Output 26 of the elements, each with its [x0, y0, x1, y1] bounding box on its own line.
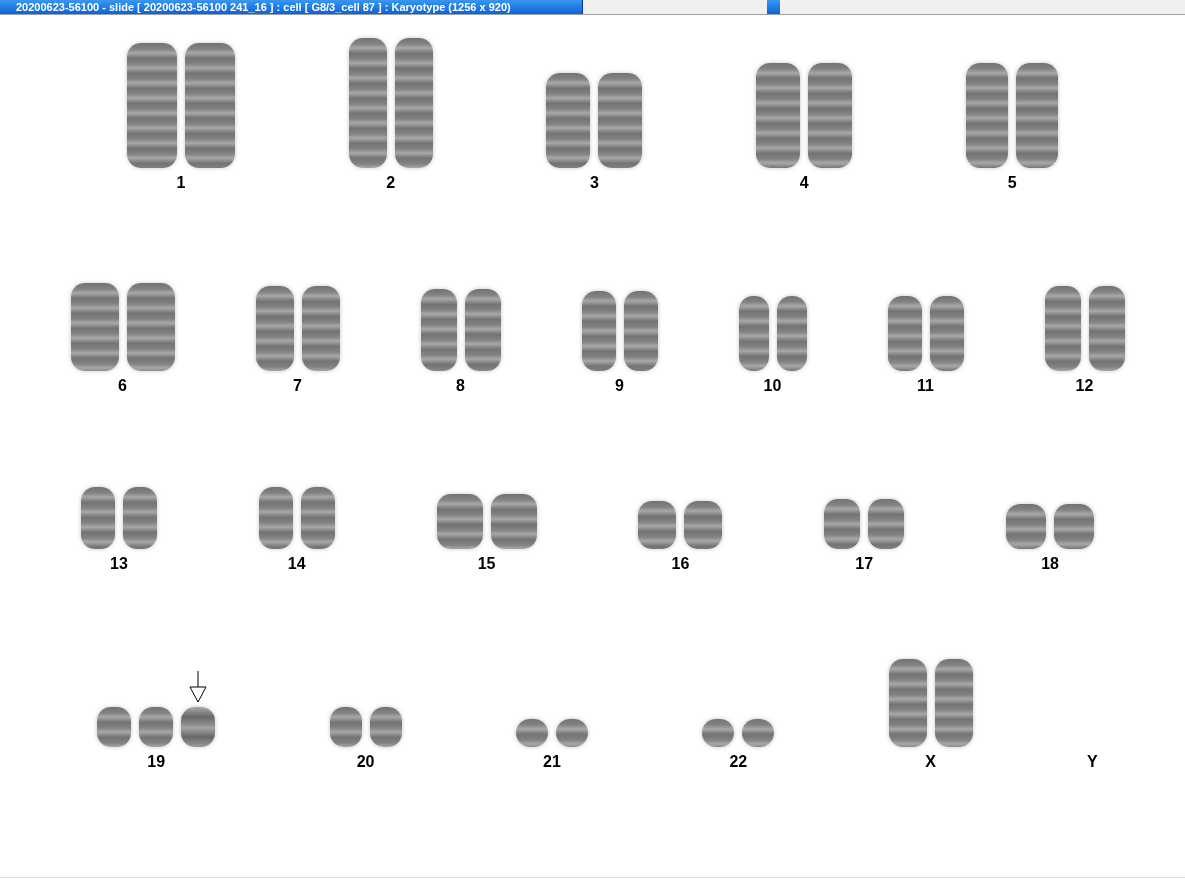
chromosome-label: 10 — [763, 377, 782, 395]
chromosome-label: 16 — [671, 555, 690, 573]
chromosome-label: X — [925, 753, 936, 771]
chromosome-label: 18 — [1041, 555, 1059, 573]
chromosome-label: 20 — [356, 753, 375, 771]
chromosome-label: 9 — [615, 377, 624, 395]
chromosome-label: 8 — [456, 377, 465, 395]
chromosome-label: Y — [1087, 753, 1098, 771]
chromosome-label: 13 — [110, 555, 128, 573]
chromosome-label: 22 — [729, 753, 748, 771]
chromosome-label: 19 — [147, 753, 166, 771]
chromosome-label: 4 — [799, 174, 809, 192]
chromosome-label: 21 — [543, 753, 561, 771]
chromosome-label: 11 — [917, 377, 934, 395]
window-title: 20200623-56100 - slide [ 20200623-56100 241_16 ] : cell [ G8/3_cell 87 ] : Karyotype (1256 x 920) — [0, 0, 583, 14]
chromosome-label: 7 — [293, 377, 302, 395]
chromosome-label: 2 — [386, 174, 396, 192]
title-bar-marker — [767, 0, 780, 14]
chromosome-label: 15 — [477, 555, 496, 573]
chromosome-label: 14 — [287, 555, 306, 573]
chromosome-label: 3 — [590, 174, 599, 192]
chromosome-label: 6 — [118, 377, 127, 395]
chromosome-label: 5 — [1007, 174, 1017, 192]
chromosome-label: 1 — [176, 174, 186, 192]
chromosome-label: 17 — [855, 555, 874, 573]
chromosome-label: 12 — [1075, 377, 1094, 395]
